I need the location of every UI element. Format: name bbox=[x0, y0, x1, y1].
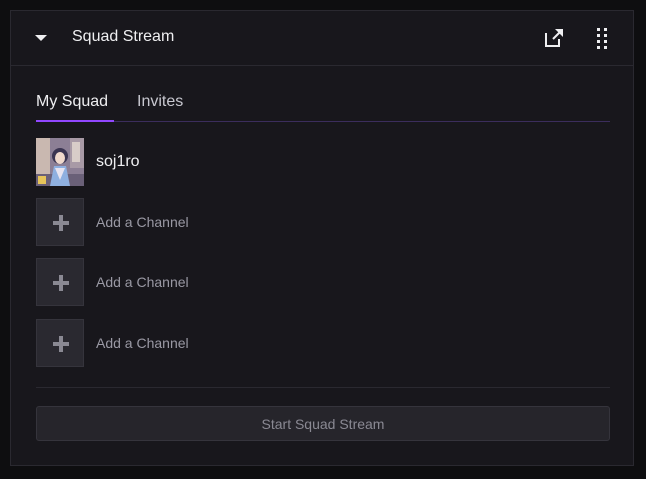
panel-title: Squad Stream bbox=[72, 28, 175, 45]
caret-down-icon[interactable] bbox=[33, 30, 49, 46]
squad-tabs: My Squad Invites bbox=[36, 93, 610, 122]
squad-member-row: soj1ro bbox=[36, 138, 610, 186]
add-channel-slot: Add a Channel bbox=[36, 258, 610, 306]
popout-icon[interactable] bbox=[543, 27, 565, 49]
tab-invites[interactable]: Invites bbox=[137, 93, 183, 117]
plus-icon bbox=[53, 275, 69, 291]
tab-my-squad[interactable]: My Squad bbox=[36, 93, 108, 117]
drag-handle-icon[interactable] bbox=[595, 26, 609, 50]
plus-icon bbox=[53, 336, 69, 352]
add-channel-label[interactable]: Add a Channel bbox=[96, 274, 189, 290]
add-channel-label[interactable]: Add a Channel bbox=[96, 335, 189, 351]
add-channel-button[interactable] bbox=[36, 258, 84, 306]
add-channel-button[interactable] bbox=[36, 198, 84, 246]
avatar[interactable] bbox=[36, 138, 84, 186]
divider bbox=[36, 387, 610, 388]
start-squad-stream-button[interactable]: Start Squad Stream bbox=[36, 406, 610, 441]
active-tab-indicator bbox=[36, 120, 114, 122]
squad-stream-panel: Squad Stream My Squad Invites soj1ro Add… bbox=[10, 10, 634, 466]
plus-icon bbox=[53, 215, 69, 231]
add-channel-label[interactable]: Add a Channel bbox=[96, 214, 189, 230]
panel-header: Squad Stream bbox=[11, 11, 633, 66]
add-channel-slot: Add a Channel bbox=[36, 198, 610, 246]
member-name[interactable]: soj1ro bbox=[96, 153, 140, 171]
add-channel-button[interactable] bbox=[36, 319, 84, 367]
add-channel-slot: Add a Channel bbox=[36, 319, 610, 367]
